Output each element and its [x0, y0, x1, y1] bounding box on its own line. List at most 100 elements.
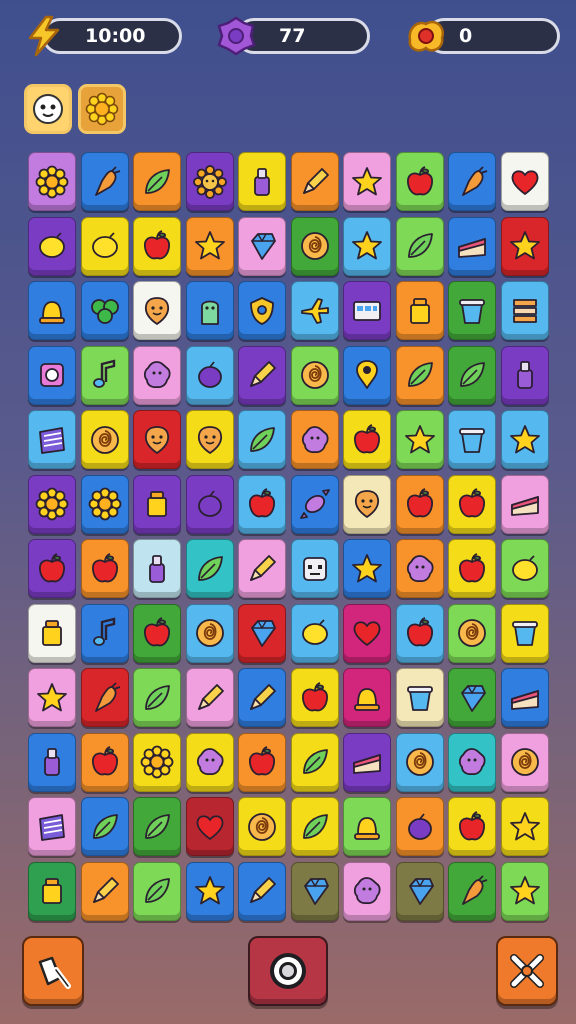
tile-lemon[interactable]	[80, 216, 129, 276]
tile-apple[interactable]	[133, 216, 181, 276]
tile-plum[interactable]	[185, 474, 234, 534]
tile-cart[interactable]	[343, 281, 391, 340]
tile-pin[interactable]	[343, 345, 391, 405]
tile-apple[interactable]	[448, 797, 496, 856]
tile-spiral[interactable]	[448, 603, 496, 663]
tile-carrot[interactable]	[80, 668, 129, 727]
tile-face[interactable]	[343, 474, 391, 534]
tile-star[interactable]	[343, 216, 391, 276]
tile-carrot[interactable]	[448, 861, 496, 921]
tile-pencil[interactable]	[238, 539, 286, 598]
tile-face[interactable]	[133, 410, 181, 469]
tile-cup[interactable]	[448, 410, 496, 469]
tile-spiral[interactable]	[290, 216, 339, 276]
tile-apple[interactable]	[448, 474, 496, 534]
tile-jar[interactable]	[133, 474, 181, 534]
tile-bottle[interactable]	[133, 539, 181, 598]
tile-blob[interactable]	[133, 345, 181, 405]
tile-pencil[interactable]	[238, 345, 286, 405]
tile-star[interactable]	[185, 216, 234, 276]
tile-star[interactable]	[185, 861, 234, 921]
tile-cake[interactable]	[500, 668, 549, 727]
tile-leaf[interactable]	[133, 152, 181, 211]
tile-face[interactable]	[185, 410, 234, 469]
tile-apple[interactable]	[448, 539, 496, 598]
tile-star[interactable]	[343, 539, 391, 598]
tile-gem[interactable]	[238, 603, 286, 663]
tile-clock[interactable]	[28, 345, 76, 405]
tile-leaf[interactable]	[448, 345, 496, 405]
tile-bell[interactable]	[28, 281, 76, 340]
tile-cake[interactable]	[343, 732, 391, 792]
tile-apple[interactable]	[238, 732, 286, 792]
tools-button[interactable]	[496, 936, 558, 1006]
tile-jar[interactable]	[28, 603, 76, 663]
tile-blob[interactable]	[395, 539, 444, 598]
tile-pencil[interactable]	[238, 861, 286, 921]
tile-blob[interactable]	[448, 732, 496, 792]
tile-apple[interactable]	[395, 474, 444, 534]
tile-apple[interactable]	[28, 539, 76, 598]
tile-leaf[interactable]	[133, 668, 181, 727]
tile-gem[interactable]	[290, 861, 339, 921]
tile-leaf[interactable]	[185, 539, 234, 598]
tile-apple[interactable]	[290, 668, 339, 727]
tile-leaf[interactable]	[395, 216, 444, 276]
tile-apple[interactable]	[343, 410, 391, 469]
tile-bottle[interactable]	[28, 732, 76, 792]
tile-gem[interactable]	[448, 668, 496, 727]
tile-leaf[interactable]	[133, 797, 181, 856]
tile-blob[interactable]	[343, 861, 391, 921]
tile-cake[interactable]	[500, 474, 549, 534]
tile-pencil[interactable]	[238, 668, 286, 727]
tile-apple[interactable]	[80, 732, 129, 792]
tile-apple[interactable]	[133, 603, 181, 663]
tile-apple[interactable]	[238, 474, 286, 534]
tile-flower[interactable]	[28, 474, 76, 534]
tile-cake[interactable]	[448, 216, 496, 276]
tile-gem[interactable]	[395, 861, 444, 921]
tile-flower[interactable]	[28, 152, 76, 211]
tile-note[interactable]	[80, 345, 129, 405]
tile-apple[interactable]	[395, 152, 444, 211]
tile-apple[interactable]	[395, 603, 444, 663]
tile-leaf[interactable]	[238, 410, 286, 469]
tile-leaf[interactable]	[395, 345, 444, 405]
tile-lemon[interactable]	[28, 216, 76, 276]
tile-spiral[interactable]	[238, 797, 286, 856]
tile-clover[interactable]	[80, 281, 129, 340]
tile-star[interactable]	[28, 668, 76, 727]
tile-note[interactable]	[80, 603, 129, 663]
broom-button[interactable]	[22, 936, 84, 1006]
tile-pencil[interactable]	[185, 668, 234, 727]
tile-carrot[interactable]	[80, 152, 129, 211]
tile-leaf[interactable]	[290, 797, 339, 856]
booster-ghost[interactable]	[24, 84, 72, 134]
tile-leaf[interactable]	[133, 861, 181, 921]
tile-stack[interactable]	[500, 281, 549, 340]
tile-heart[interactable]	[343, 603, 391, 663]
tile-book[interactable]	[28, 797, 76, 856]
booster-sun[interactable]	[78, 84, 126, 134]
tile-blob[interactable]	[185, 732, 234, 792]
tile-gem[interactable]	[238, 216, 286, 276]
tile-plum[interactable]	[395, 797, 444, 856]
tile-spiral[interactable]	[80, 410, 129, 469]
tile-cup[interactable]	[395, 668, 444, 727]
tile-bottle[interactable]	[500, 345, 549, 405]
hint-button[interactable]	[248, 936, 328, 1006]
tile-leaf[interactable]	[80, 797, 129, 856]
tile-cup[interactable]	[500, 603, 549, 663]
tile-leaf[interactable]	[290, 732, 339, 792]
tile-jar[interactable]	[28, 861, 76, 921]
tile-heart[interactable]	[500, 152, 549, 211]
tile-book[interactable]	[28, 410, 76, 469]
tile-heart[interactable]	[185, 797, 234, 856]
tile-ghost[interactable]	[185, 281, 234, 340]
tile-face[interactable]	[133, 281, 181, 340]
tile-bell[interactable]	[343, 668, 391, 727]
tile-star[interactable]	[500, 797, 549, 856]
tile-lemon[interactable]	[500, 539, 549, 598]
tile-apple[interactable]	[80, 539, 129, 598]
tile-star[interactable]	[343, 152, 391, 211]
